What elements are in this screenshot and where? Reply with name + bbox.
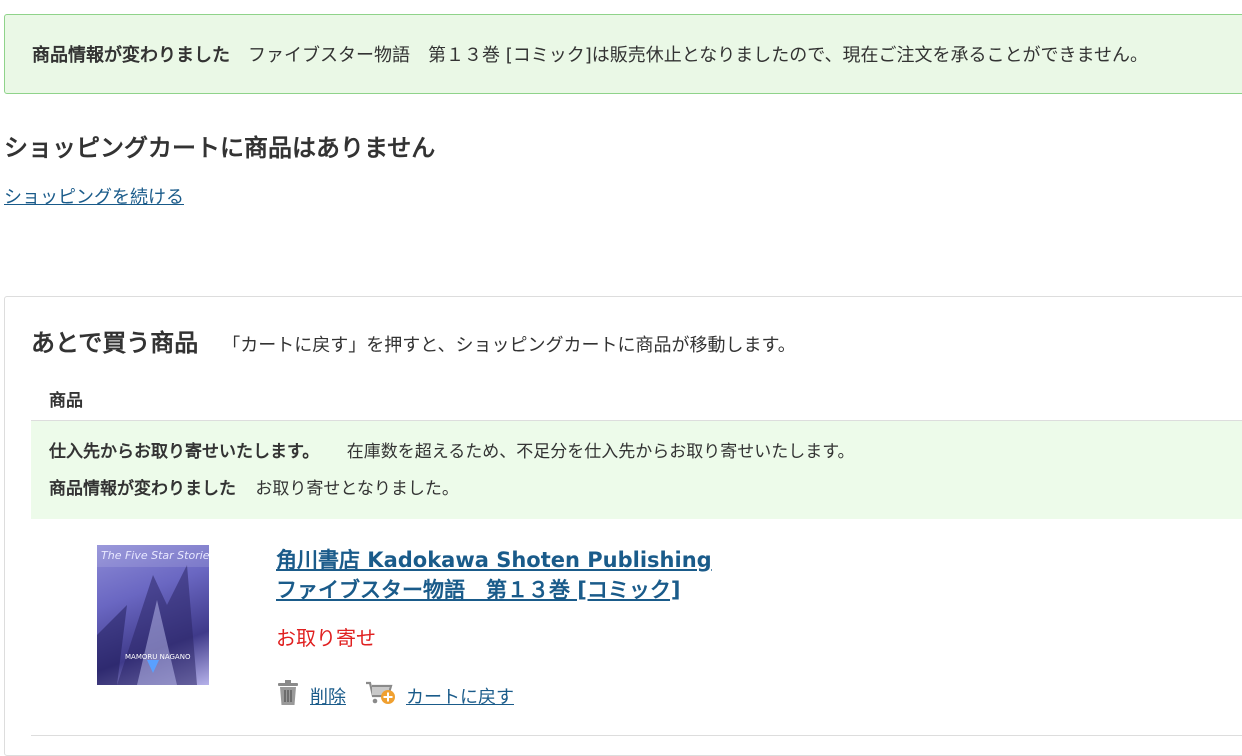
cover-author: MAMORU NAGANO (125, 653, 191, 661)
continue-shopping-link[interactable]: ショッピングを続ける (4, 183, 184, 209)
delete-label: 削除 (310, 686, 346, 708)
stock-message-label: 仕入先からお取り寄せいたします。 (49, 442, 320, 462)
product-availability-status: お取り寄せ (276, 626, 376, 650)
delete-button[interactable]: 削除 (276, 680, 346, 711)
product-column-header: 商品 (31, 377, 1242, 421)
move-to-cart-label: カートに戻す (406, 686, 514, 708)
stock-message-text: お取り寄せとなりました。 (255, 479, 459, 499)
stock-messages: 仕入先からお取り寄せいたします。 在庫数を超えるため、不足分を仕入先からお取り寄… (31, 421, 1242, 519)
cover-title: The Five Star Stories (101, 549, 209, 562)
stock-message-label: 商品情報が変わりました (49, 479, 236, 499)
saved-for-later-title: あとで買う商品 (31, 329, 199, 357)
empty-cart-heading: ショッピングカートに商品はありません (4, 134, 436, 162)
cover-art (97, 545, 209, 685)
stock-message-row: 商品情報が変わりました お取り寄せとなりました。 (49, 474, 1242, 511)
product-column-label: 商品 (49, 391, 83, 411)
product-changed-notice: 商品情報が変わりました ファイブスター物語 第１３巻 [コミック]は販売休止とな… (4, 14, 1242, 94)
saved-for-later-panel: あとで買う商品 「カートに戻す」を押すと、ショッピングカートに商品が移動します。… (4, 296, 1242, 756)
notice-message: ファイブスター物語 第１３巻 [コミック]は販売休止となりましたので、現在ご注文… (248, 45, 1148, 66)
product-title-link[interactable]: 角川書店 Kadokawa Shoten Publishing ファイブスター物… (276, 545, 712, 605)
saved-for-later-description: 「カートに戻す」を押すと、ショッピングカートに商品が移動します。 (222, 335, 796, 356)
product-cover-image[interactable]: The Five Star Stories MAMORU NAGANO (97, 545, 209, 685)
product-publisher: 角川書店 Kadokawa Shoten Publishing (276, 548, 712, 572)
trash-icon (276, 680, 300, 711)
stock-message-row: 仕入先からお取り寄せいたします。 在庫数を超えるため、不足分を仕入先からお取り寄… (49, 437, 1242, 474)
move-to-cart-button[interactable]: カートに戻す (364, 679, 514, 712)
item-divider (31, 735, 1242, 736)
item-actions: 削除 カートに戻す (276, 679, 532, 712)
stock-message-text: 在庫数を超えるため、不足分を仕入先からお取り寄せいたします。 (346, 442, 855, 462)
notice-label: 商品情報が変わりました (32, 45, 230, 66)
product-title: ファイブスター物語 第１３巻 [コミック] (276, 578, 681, 602)
saved-for-later-header: あとで買う商品 「カートに戻す」を押すと、ショッピングカートに商品が移動します。 (31, 323, 796, 358)
cart-add-icon (364, 679, 396, 712)
